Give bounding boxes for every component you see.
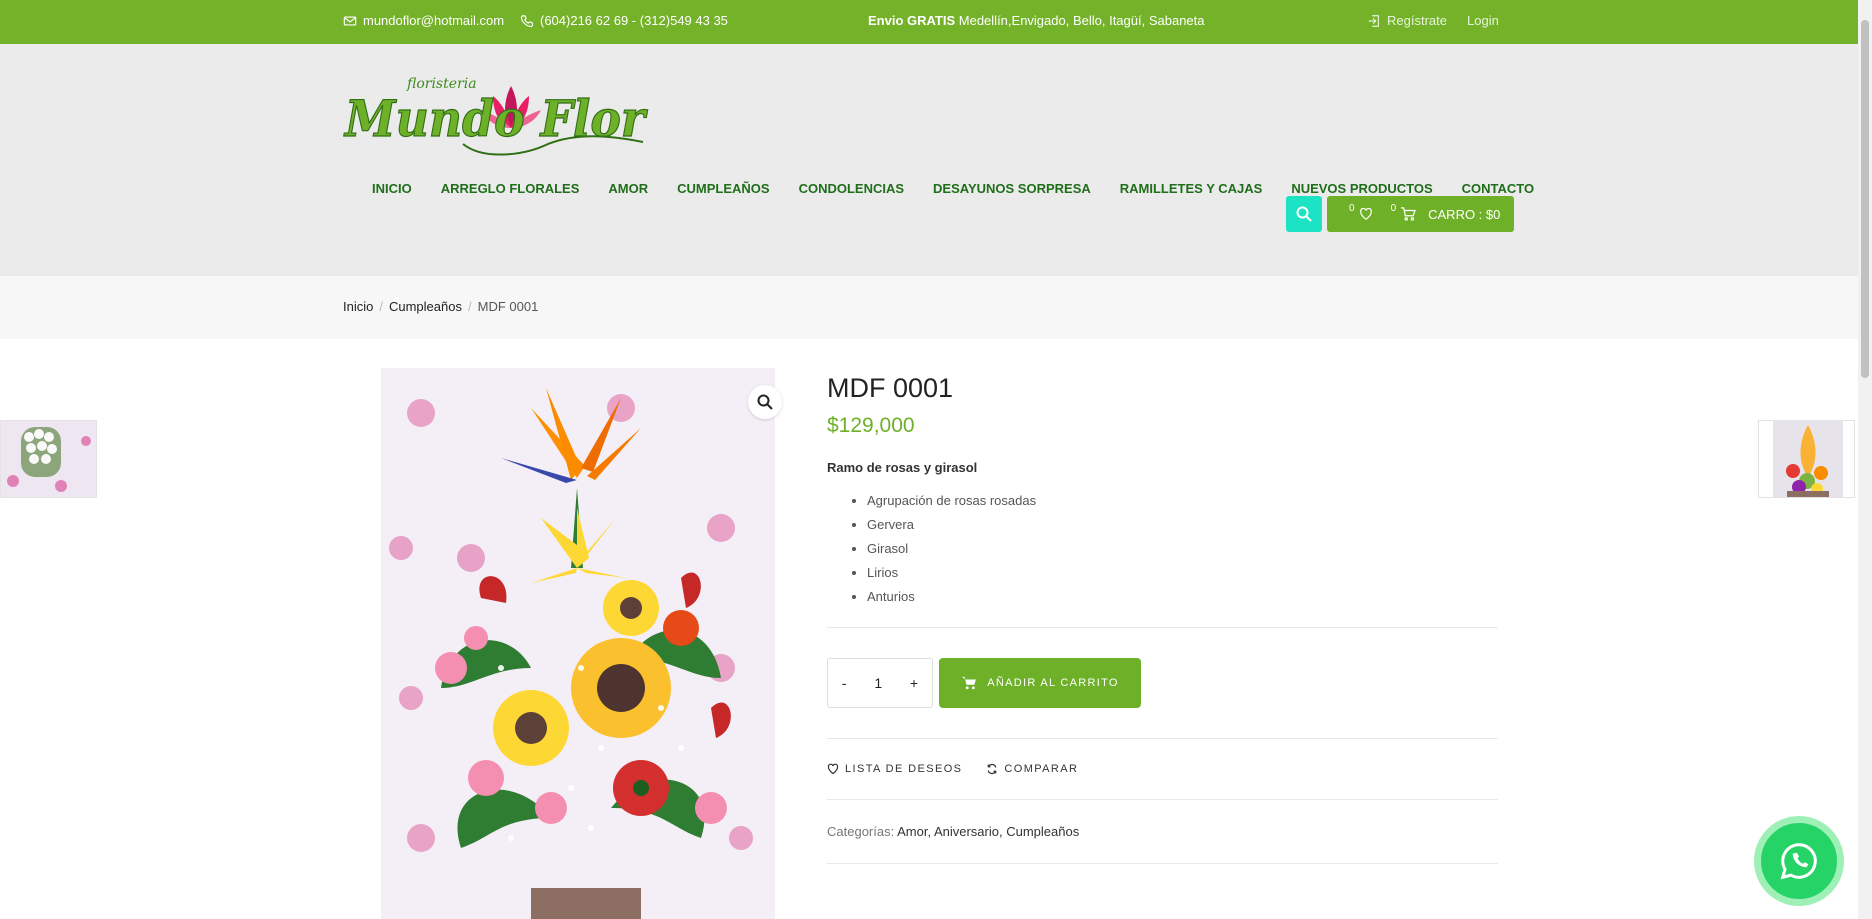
phone-icon [520,14,534,27]
quantity-value[interactable]: 1 [874,675,882,691]
cart-button[interactable]: 0 0 CARRO : $0 [1327,196,1514,232]
scrollbar-thumb[interactable] [1861,20,1869,378]
breadcrumb-separator: / [467,299,472,314]
breadcrumb-current: MDF 0001 [477,299,539,314]
prev-product-thumb[interactable] [0,420,97,498]
nav-inicio[interactable]: INICIO [372,181,412,196]
nav-cumpleanos[interactable]: CUMPLEAÑOS [677,181,769,196]
email-text: mundoflor@hotmail.com [363,13,505,28]
phone-link[interactable]: (604)216 62 69 - (312)549 43 35 [520,13,728,28]
nav-contacto[interactable]: CONTACTO [1462,181,1534,196]
login-link[interactable]: Login [1467,13,1499,28]
cart-count: 0 [1390,202,1397,214]
feature-item: Anturios [867,585,1498,609]
login-icon [1368,14,1379,27]
feature-item: Agrupación de rosas rosadas [867,489,1498,513]
product-summary: MDF 0001 $129,000 Ramo de rosas y giraso… [827,368,1498,864]
categories-label: Categorías: [827,824,895,839]
add-to-cart-button[interactable]: AÑADIR AL CARRITO [939,658,1141,708]
feature-list: Agrupación de rosas rosadas Gervera Gira… [827,489,1498,609]
compare-label: COMPARAR [1004,763,1079,775]
whatsapp-icon [1780,843,1817,880]
nav-desayunos-sorpresa[interactable]: DESAYUNOS SORPRESA [933,181,1091,196]
register-link[interactable]: Regístrate [1367,13,1447,28]
phone-text: (604)216 62 69 - (312)549 43 35 [540,13,728,28]
header: Mundo Flor floristeria Mundo Flor INICIO… [0,44,1858,276]
quantity-increase-button[interactable]: + [910,675,918,691]
top-bar: mundoflor@hotmail.com (604)216 62 69 - (… [0,0,1858,44]
compare-link[interactable]: COMPARAR [986,763,1078,775]
page-scrollbar[interactable] [1858,0,1872,919]
feature-item: Lirios [867,561,1498,585]
divider [827,738,1498,739]
mundoflor-logo[interactable]: Mundo Flor floristeria Mundo Flor [343,66,653,160]
product-title: MDF 0001 [827,373,954,403]
wishlist-label: LISTA DE DESEOS [845,763,963,775]
email-link[interactable]: mundoflor@hotmail.com [343,13,504,28]
nav-nuevos-productos[interactable]: NUEVOS PRODUCTOS [1291,181,1432,196]
main-nav: INICIO ARREGLO FLORALES AMOR CUMPLEAÑOS … [372,181,1534,196]
product-short-description: Ramo de rosas y girasol [827,460,978,475]
register-text: Regístrate [1387,13,1447,28]
breadcrumb-bar: Inicio / Cumpleaños / MDF 0001 [0,276,1858,339]
heart-icon [1359,207,1372,220]
feature-item: Girasol [867,537,1498,561]
shipping-text: Medellín,Envigado, Bello, Itagüí, Sabane… [955,13,1205,28]
cart-icon [962,676,977,690]
divider [827,863,1498,864]
categories-links[interactable]: Amor, Aniversario, Cumpleaños [897,824,1079,839]
whatsapp-button[interactable] [1754,816,1844,906]
divider [827,799,1498,800]
cart-icon [1401,207,1416,221]
wishlist-count: 0 [1349,202,1355,214]
mail-icon [343,15,357,26]
refresh-icon [988,763,997,775]
product-image[interactable] [381,368,775,919]
add-to-cart-row: - 1 + AÑADIR AL CARRITO [827,658,1498,708]
nav-amor[interactable]: AMOR [608,181,648,196]
breadcrumb-home[interactable]: Inicio [343,299,373,314]
flower-arrangement-photo [381,368,775,919]
breadcrumb-separator: / [379,299,383,314]
next-product-image [1759,421,1854,497]
shipping-bold: Envio GRATIS [868,13,956,28]
quantity-decrease-button[interactable]: - [842,675,847,691]
breadcrumb: Inicio / Cumpleaños / MDF 0001 [343,299,538,314]
wishlist-link[interactable]: LISTA DE DESEOS [827,763,962,775]
heart-icon [827,763,839,775]
magnifier-icon [757,394,773,410]
search-icon [1296,206,1312,222]
logo-wordmark: Mundo Flor [343,89,648,148]
nav-arreglo-florales[interactable]: ARREGLO FLORALES [441,181,580,196]
search-button[interactable] [1286,196,1322,232]
next-product-thumb[interactable] [1758,420,1855,498]
nav-ramilletes-y-cajas[interactable]: RAMILLETES Y CAJAS [1120,181,1263,196]
product-categories: Categorías: Amor, Aniversario, Cumpleaño… [827,824,1498,839]
product-price: $129,000 [827,414,915,437]
product-actions: LISTA DE DESEOS COMPARAR [827,763,1498,775]
quantity-stepper[interactable]: - 1 + [827,658,933,708]
breadcrumb-category[interactable]: Cumpleaños [389,299,462,314]
feature-item: Gervera [867,513,1498,537]
cart-label: CARRO : $0 [1428,206,1501,222]
nav-condolencias[interactable]: CONDOLENCIAS [799,181,904,196]
divider [827,627,1498,628]
login-text: Login [1467,13,1499,28]
zoom-button[interactable] [748,385,782,419]
shipping-notice: Envio GRATIS Medellín,Envigado, Bello, I… [868,13,1205,28]
prev-product-image [1,421,96,497]
add-to-cart-label: AÑADIR AL CARRITO [987,677,1119,689]
